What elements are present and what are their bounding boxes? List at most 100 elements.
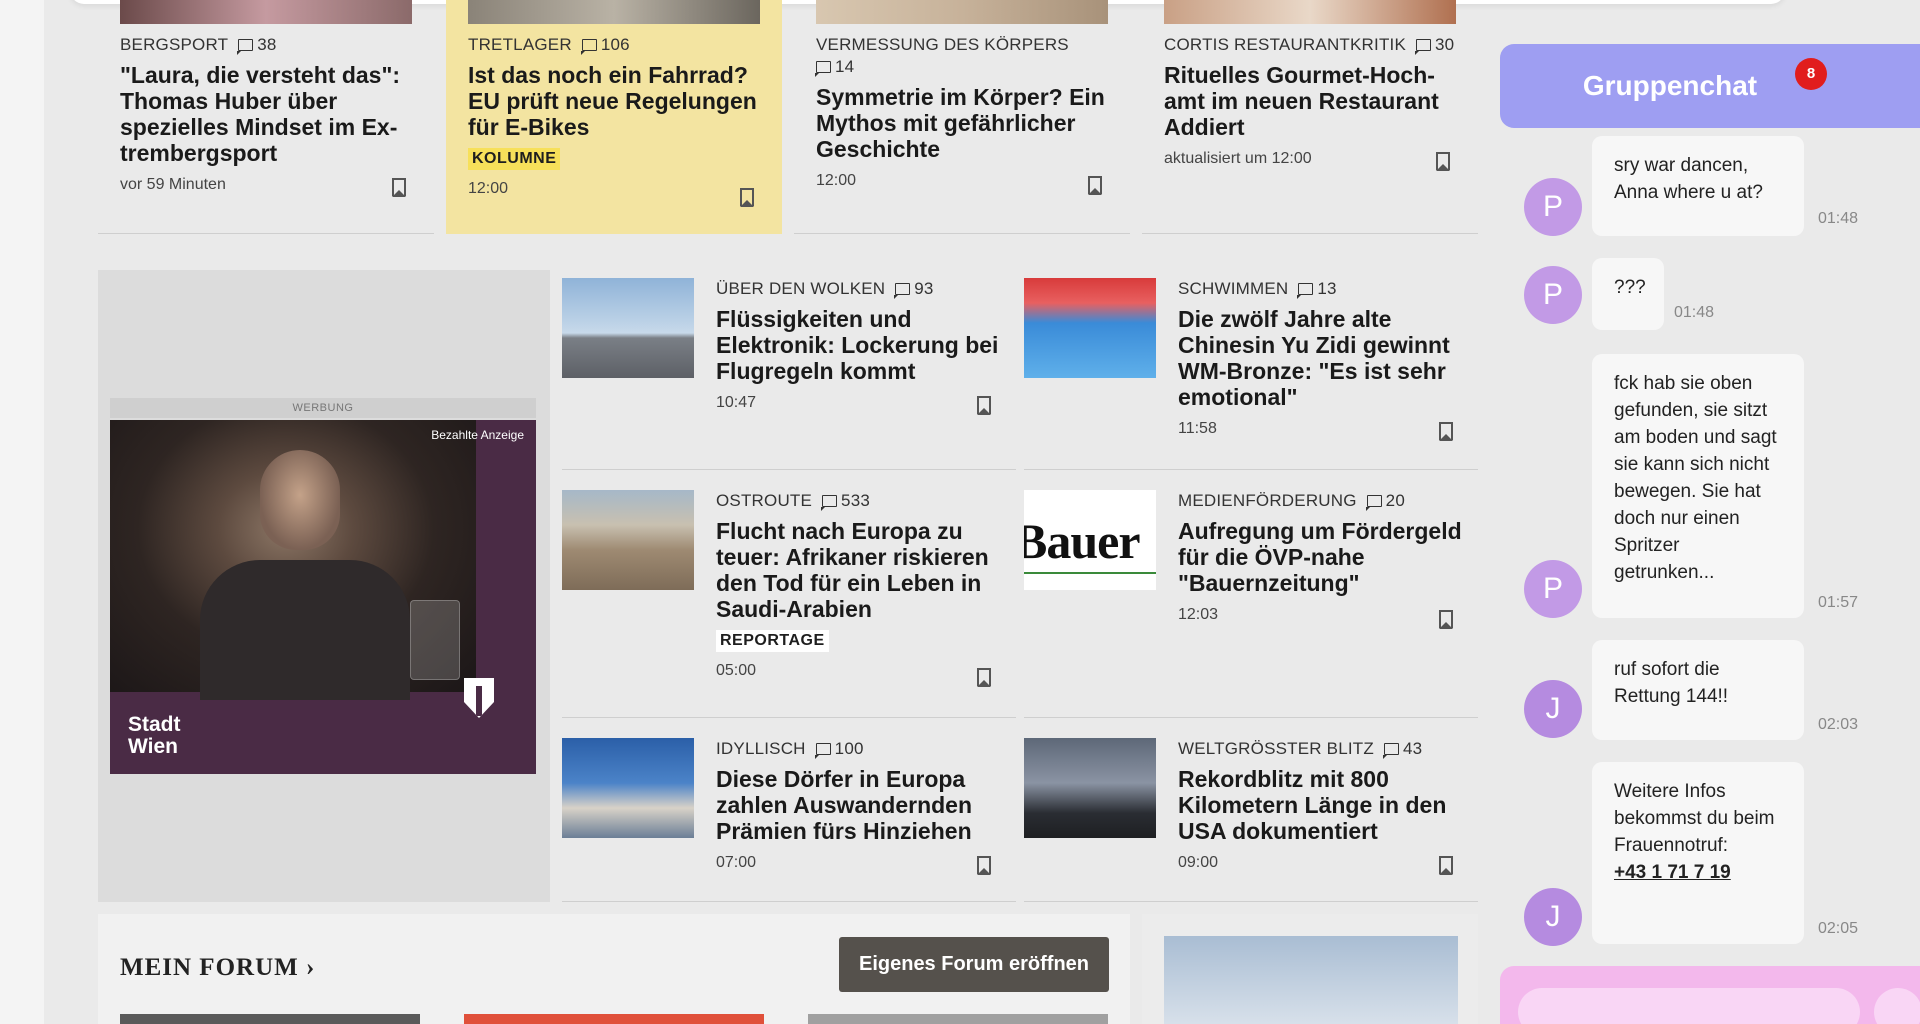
article-card-kolumne[interactable]: TRETLAGER 106 Ist das noch ein Fahrrad? E… <box>446 0 782 234</box>
article-item[interactable]: SCHWIMMEN 13 Die zwölf Jahre alte Chinesi… <box>1024 270 1478 470</box>
article-thumbnail[interactable] <box>1024 278 1156 378</box>
forum-thumbnail[interactable] <box>464 1014 764 1024</box>
article-time: 09:00 <box>1178 854 1219 871</box>
bookmark-icon[interactable] <box>977 856 991 875</box>
avatar: P <box>1524 266 1582 324</box>
comment-count: 30 <box>1435 35 1455 54</box>
send-button[interactable] <box>1874 988 1920 1024</box>
message-bubble: ??? <box>1592 258 1664 330</box>
comment-icon <box>814 743 831 759</box>
bookmark-icon[interactable] <box>1088 176 1102 195</box>
bauernzeitung-logo[interactable]: Bauer <box>1024 490 1156 590</box>
article-item[interactable]: ÜBER DEN WOLKEN 93 Flüssigkeiten und Elek… <box>562 270 1016 470</box>
article-item[interactable]: Bauer MEDIENFÖRDERUNG 20 Aufregung um För… <box>1024 482 1478 718</box>
article-thumbnail[interactable] <box>1164 0 1456 24</box>
article-thumbnail[interactable] <box>562 738 694 838</box>
comment-count: 13 <box>1317 279 1337 298</box>
article-headline[interactable]: "Laura, die versteht das": Thomas Huber … <box>120 62 420 166</box>
divider <box>562 901 1016 902</box>
chat-message-input[interactable] <box>1518 988 1860 1024</box>
article-card[interactable]: VERMESSUNG DES KÖRPERS 14 Symmetrie im Kö… <box>794 0 1130 234</box>
article-card[interactable]: BERGSPORT 38 "Laura, die versteht das": T… <box>98 0 434 234</box>
open-forum-button[interactable]: Eigenes Forum eröffnen <box>839 937 1109 992</box>
forum-section: MEIN FORUM › Eigenes Forum eröffnen <box>98 914 1130 1024</box>
article-headline[interactable]: Diese Dörfer in Europa zahlen Auswandern… <box>716 766 1006 844</box>
ad-glass <box>410 600 460 680</box>
avatar: P <box>1524 560 1582 618</box>
article-kicker[interactable]: ÜBER DEN WOLKEN 93 <box>716 278 1006 300</box>
article-headline[interactable]: Rituelles Gourmet-Hoch­amt im neuen Rest… <box>1164 62 1464 140</box>
phone-link[interactable]: +43 1 71 7 19 <box>1614 862 1731 883</box>
wien-shield-icon <box>464 678 494 718</box>
avatar: P <box>1524 178 1582 236</box>
article-time: 12:00 <box>816 172 857 189</box>
divider <box>562 469 1016 470</box>
comment-icon <box>821 495 838 511</box>
article-time: aktualisiert um 12:00 <box>1164 150 1312 167</box>
article-headline[interactable]: Aufregung um Fördergeld für die ÖVP-nahe… <box>1178 518 1468 596</box>
article-headline[interactable]: Rekordblitz mit 800 Kilometern Länge in … <box>1178 766 1468 844</box>
article-time: 05:00 <box>716 662 757 679</box>
comment-count: 14 <box>835 57 855 76</box>
comment-icon <box>1415 39 1431 55</box>
article-thumbnail[interactable] <box>468 0 760 24</box>
article-kicker[interactable]: OSTROUTE 533 <box>716 490 1006 512</box>
comment-icon <box>1365 495 1382 511</box>
ad-person-face <box>260 450 340 550</box>
article-thumbnail[interactable] <box>1024 738 1156 838</box>
bookmark-icon[interactable] <box>740 188 754 207</box>
ad-banner[interactable]: Bezahlte Anzeige Stadt Wien <box>110 420 536 774</box>
avatar: J <box>1524 680 1582 738</box>
article-headline[interactable]: Flüssigkeiten und Elektronik: Lockerung … <box>716 306 1006 384</box>
bookmark-icon[interactable] <box>977 396 991 415</box>
bookmark-icon[interactable] <box>977 668 991 687</box>
article-thumbnail[interactable] <box>120 0 412 24</box>
comment-count: 38 <box>257 35 277 54</box>
article-kicker[interactable]: SCHWIMMEN 13 <box>1178 278 1468 300</box>
article-item[interactable]: IDYLLISCH 100 Diese Dörfer in Europa zahl… <box>562 730 1016 902</box>
article-kicker[interactable]: TRETLAGER 106 <box>468 34 768 56</box>
bookmark-icon[interactable] <box>392 178 406 197</box>
article-time: 07:00 <box>716 854 757 871</box>
article-item[interactable]: WELTGRÖSSTER BLITZ 43 Rekordblitz mit 800… <box>1024 730 1478 902</box>
article-headline[interactable]: Die zwölf Jahre alte Chinesin Yu Zidi ge… <box>1178 306 1468 410</box>
article-kicker[interactable]: WELTGRÖSSTER BLITZ 43 <box>1178 738 1468 760</box>
article-kicker[interactable]: MEDIENFÖRDERUNG 20 <box>1178 490 1468 512</box>
forum-thumbnail[interactable] <box>808 1014 1108 1024</box>
bookmark-icon[interactable] <box>1436 152 1450 171</box>
article-time: 11:58 <box>1178 420 1217 437</box>
ad-person-body <box>200 560 410 700</box>
article-item[interactable]: OSTROUTE 533 Flucht nach Europa zu teuer:… <box>562 482 1016 718</box>
message-time: 01:48 <box>1674 304 1715 321</box>
article-headline[interactable]: Symmetrie im Körper? Ein Mythos mit gefä… <box>816 84 1116 162</box>
forum-thumbnail[interactable] <box>120 1014 420 1024</box>
ad-caption: Bezahlte Anzeige <box>431 428 524 442</box>
article-kicker[interactable]: IDYLLISCH 100 <box>716 738 1006 760</box>
article-card[interactable]: CORTIS RESTAURANTKRITIK 30 Rituelles Gour… <box>1142 0 1478 234</box>
message-bubble: fck hab sie oben gefunden, sie sitzt am … <box>1592 354 1804 618</box>
article-headline[interactable]: Ist das noch ein Fahrrad? EU prüft neue … <box>468 62 768 140</box>
group-chat-panel: Gruppenchat 8 P sry war dancen, Anna whe… <box>1500 44 1920 1024</box>
forum-thumbnails <box>120 1014 1120 1024</box>
article-kicker[interactable]: BERGSPORT 38 <box>120 34 420 56</box>
divider <box>562 717 1016 718</box>
comment-icon <box>815 61 831 77</box>
message-time: 02:03 <box>1818 716 1859 733</box>
article-kicker[interactable]: CORTIS RESTAURANTKRITIK 30 <box>1164 34 1464 56</box>
bookmark-icon[interactable] <box>1439 610 1453 629</box>
unread-badge: 8 <box>1795 58 1827 90</box>
divider <box>794 233 1130 234</box>
chat-title[interactable]: Gruppenchat <box>1500 44 1920 128</box>
article-thumbnail[interactable] <box>816 0 1108 24</box>
article-kicker[interactable]: VERMESSUNG DES KÖRPERS 14 <box>815 34 1116 78</box>
article-headline[interactable]: Flucht nach Europa zu teuer: Afrikaner r… <box>716 518 1006 622</box>
comment-icon <box>894 283 911 299</box>
article-thumbnail[interactable] <box>562 490 694 590</box>
message-time: 01:48 <box>1818 210 1859 227</box>
bookmark-icon[interactable] <box>1439 856 1453 875</box>
article-thumbnail[interactable] <box>562 278 694 378</box>
forum-title[interactable]: MEIN FORUM › <box>120 954 315 982</box>
comment-icon <box>1382 743 1399 759</box>
promo-image[interactable] <box>1164 936 1458 1024</box>
bookmark-icon[interactable] <box>1439 422 1453 441</box>
